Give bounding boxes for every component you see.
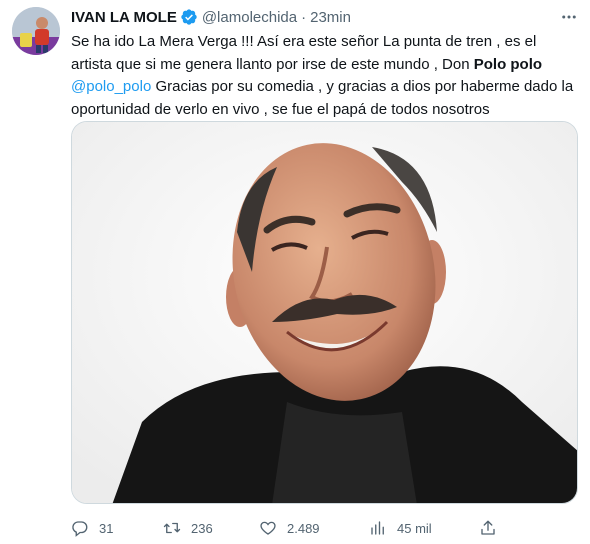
more-options-button[interactable] <box>557 6 581 28</box>
header-separator: · <box>301 8 307 26</box>
tweet-bold-name: Polo polo <box>473 55 543 73</box>
avatar-image <box>12 7 60 55</box>
tweet-header: IVAN LA MOLE @lamolechida · 23min <box>71 7 351 27</box>
retweet-button[interactable]: 236 <box>163 516 213 540</box>
tweet-actions-bar: 31 236 2.489 45 mil <box>71 516 541 540</box>
author-display-name[interactable]: IVAN LA MOLE <box>71 9 177 26</box>
verified-badge-icon <box>180 8 198 26</box>
heart-icon <box>260 521 276 535</box>
reply-icon <box>72 521 88 537</box>
views-count: 45 mil <box>397 520 432 536</box>
share-icon <box>481 520 495 535</box>
views-analytics-icon <box>371 521 384 535</box>
tweet-text: Se ha ido La Mera Verga !!! Así era este… <box>71 31 575 121</box>
reply-button[interactable]: 31 <box>71 516 113 540</box>
views-button[interactable]: 45 mil <box>369 516 432 540</box>
author-handle[interactable]: @lamolechida <box>202 9 297 26</box>
tweet-mention-link[interactable]: @polo_polo <box>71 78 151 95</box>
tweet-card: IVAN LA MOLE @lamolechida · 23min Se ha … <box>0 0 590 544</box>
retweet-count: 236 <box>191 520 213 536</box>
portrait-photo-image <box>72 122 577 503</box>
more-horizontal-icon <box>562 15 576 19</box>
avatar[interactable] <box>12 7 60 55</box>
share-button[interactable] <box>479 516 497 540</box>
tweet-media-photo[interactable] <box>71 121 578 504</box>
tweet-timestamp[interactable]: 23min <box>310 9 351 26</box>
like-button[interactable]: 2.489 <box>259 516 320 540</box>
reply-count: 31 <box>99 520 114 536</box>
like-count: 2.489 <box>287 520 320 536</box>
retweet-icon <box>163 522 181 534</box>
tweet-text-part1: Se ha ido La Mera Verga !!! Así era este… <box>71 33 537 73</box>
